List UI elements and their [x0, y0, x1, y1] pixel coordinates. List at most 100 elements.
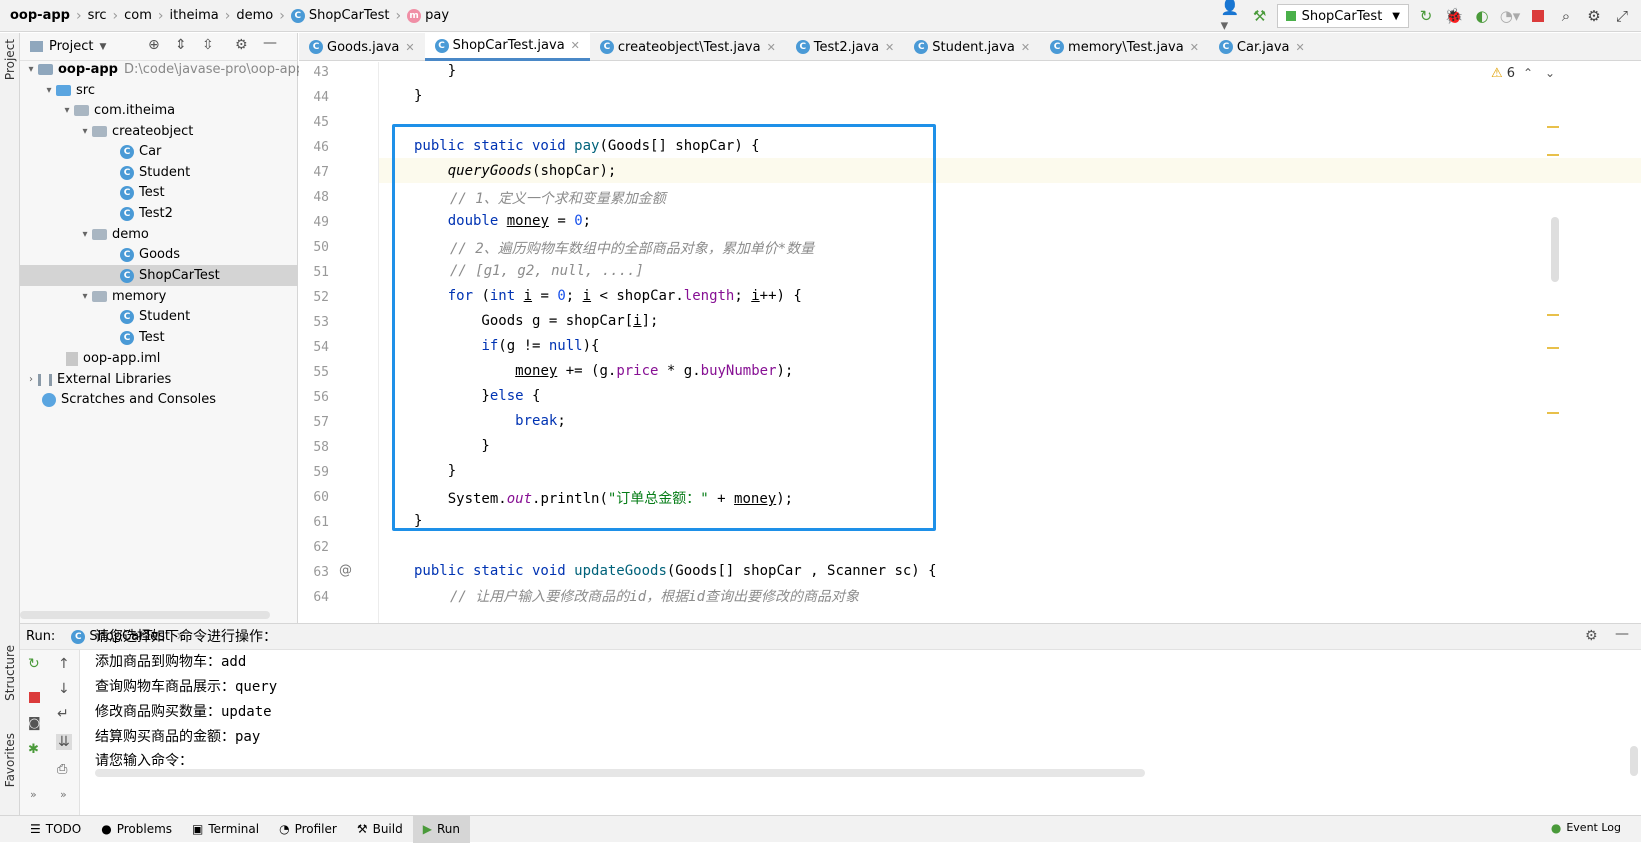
tab-goods[interactable]: C Goods.java ✕ [299, 33, 425, 61]
arrow-up-icon[interactable]: ↑ [58, 656, 70, 672]
close-icon[interactable]: ✕ [1190, 41, 1199, 54]
coverage-icon[interactable]: ◐ [1471, 5, 1493, 27]
tree-item-test2[interactable]: C Test2 [120, 203, 173, 224]
horizontal-scrollbar[interactable] [20, 611, 270, 619]
rerun-icon[interactable]: ↻ [1415, 5, 1437, 27]
vertical-scrollbar[interactable] [1551, 217, 1559, 282]
breadcrumb-demo[interactable]: demo [236, 8, 273, 23]
tree-item-createobject[interactable]: ▾ createobject [78, 121, 193, 142]
warning-icon[interactable]: ⚠ 6 [1491, 66, 1515, 81]
breadcrumb-itheima[interactable]: itheima [170, 8, 219, 23]
run-configuration-select[interactable]: ShopCarTest ▼ [1276, 4, 1409, 28]
camera-icon[interactable]: ◙ [28, 716, 41, 731]
close-icon[interactable]: ✕ [767, 41, 776, 54]
tree-item-package[interactable]: ▾ com.itheima [60, 100, 175, 121]
problems-tool-button[interactable]: ● Problems [91, 816, 182, 843]
profiler-tool-button[interactable]: ◔ Profiler [269, 816, 347, 843]
close-icon[interactable]: ✕ [571, 39, 580, 52]
line-number: 53 [313, 315, 329, 330]
chevron-down-icon[interactable]: ▾ [24, 64, 38, 75]
minimize-icon[interactable]: — [1615, 626, 1629, 642]
tree-item-student[interactable]: C Student [120, 162, 190, 183]
debug-icon[interactable]: 🐞 [1443, 5, 1465, 27]
rerun-icon[interactable]: ↻ [28, 656, 40, 672]
locate-icon[interactable]: ⊕ [148, 37, 160, 53]
tree-item-goods[interactable]: C Goods [120, 244, 180, 265]
tab-shopcartest[interactable]: C ShopCarTest.java ✕ [424, 33, 590, 61]
tree-item-scratches[interactable]: Scratches and Consoles [42, 389, 216, 410]
gear-icon[interactable]: ⚙ [1585, 628, 1598, 644]
user-icon[interactable]: 👤▾ [1221, 0, 1243, 34]
profile-icon[interactable]: ◔▾ [1499, 5, 1521, 27]
scroll-to-end-icon[interactable]: ⇊ [56, 734, 72, 750]
expand-icon[interactable]: ⤢ [1611, 5, 1633, 27]
minimize-icon[interactable]: — [263, 35, 277, 51]
error-stripe-mark [1547, 154, 1559, 156]
override-gutter-icon[interactable]: @ [339, 563, 352, 578]
console-scrollbar[interactable] [95, 769, 1145, 777]
chevron-down-icon[interactable]: ▾ [78, 229, 92, 240]
tree-item-memory[interactable]: ▾ memory [78, 286, 166, 307]
gear-icon[interactable]: ⚙ [1583, 5, 1605, 27]
build-hammer-icon[interactable]: ⚒ [1249, 5, 1271, 27]
build-tool-button[interactable]: ⚒ Build [347, 816, 413, 843]
close-icon[interactable]: ✕ [1296, 41, 1305, 54]
stop-icon[interactable] [1527, 5, 1549, 27]
tree-item-label: External Libraries [57, 372, 172, 387]
event-log-button[interactable]: ● Event Log [1541, 814, 1631, 841]
expand-all-icon[interactable]: ⇕ [175, 37, 187, 53]
breadcrumb-method[interactable]: pay [425, 8, 449, 23]
project-panel-title[interactable]: Project [49, 39, 93, 54]
tab-memory-test[interactable]: Cmemory\Test.java ✕ [1040, 33, 1209, 61]
chevron-down-icon[interactable]: ▼ [99, 42, 106, 52]
close-icon[interactable]: ✕ [405, 41, 414, 54]
tab-car[interactable]: C Car.java ✕ [1209, 33, 1315, 61]
chevron-down-icon[interactable]: ▾ [60, 105, 74, 116]
favorites-tool-button[interactable]: Favorites [3, 733, 17, 787]
chevron-down-icon[interactable]: ▾ [78, 291, 92, 302]
debug-icon[interactable]: ✱ [28, 742, 39, 757]
chevron-down-icon[interactable]: ▾ [78, 126, 92, 137]
tree-item-test[interactable]: C Test [120, 182, 165, 203]
breadcrumb-com[interactable]: com [124, 8, 152, 23]
collapse-all-icon[interactable]: ⇳ [202, 37, 214, 53]
breadcrumb-src[interactable]: src [88, 8, 107, 23]
tree-item-memory-test[interactable]: C Test [120, 327, 165, 348]
chevron-down-icon[interactable]: ⌄ [1545, 66, 1555, 80]
tab-createobject-test[interactable]: Ccreateobject\Test.java ✕ [590, 33, 786, 61]
console-input-prompt[interactable]: 请您输入命令： [95, 750, 193, 770]
chevron-right-icon[interactable]: › [24, 374, 38, 385]
tab-student[interactable]: C Student.java ✕ [904, 33, 1040, 61]
chevron-down-icon[interactable]: ▾ [42, 85, 56, 96]
close-icon[interactable]: ✕ [885, 41, 894, 54]
tree-root[interactable]: ▾ oop-app D:\code\javase-pro\oop-app [24, 59, 304, 80]
print-icon[interactable]: ⎙ [57, 762, 67, 777]
gear-icon[interactable]: ⚙ [235, 37, 248, 53]
soft-wrap-icon[interactable]: ↵ [57, 706, 69, 722]
tree-item-external-libraries[interactable]: › External Libraries [24, 369, 171, 390]
tree-item-label: memory [112, 289, 167, 304]
console-vertical-scrollbar[interactable] [1630, 746, 1638, 776]
arrow-down-icon[interactable]: ↓ [58, 681, 70, 697]
stop-icon[interactable] [29, 692, 40, 703]
chevron-up-icon[interactable]: ⌃ [1523, 66, 1533, 80]
tree-item-memory-student[interactable]: C Student [120, 306, 190, 327]
tree-item-iml[interactable]: oop-app.iml [66, 348, 160, 369]
breadcrumb-project[interactable]: oop-app [10, 8, 70, 23]
run-tool-button[interactable]: ▶ Run [412, 815, 470, 843]
tree-item-label: Student [139, 165, 191, 180]
tab-test2[interactable]: C Test2.java ✕ [786, 33, 904, 61]
todo-tool-button[interactable]: ☰ TODO [0, 816, 91, 843]
more-icon[interactable]: » [60, 788, 67, 801]
close-icon[interactable]: ✕ [1021, 41, 1030, 54]
tree-item-car[interactable]: C Car [120, 141, 161, 162]
tree-item-src[interactable]: ▾ src [42, 80, 95, 101]
more-icon[interactable]: » [30, 788, 37, 801]
breadcrumb-class[interactable]: ShopCarTest [309, 8, 390, 23]
tree-item-shopcartest[interactable]: C ShopCarTest [20, 265, 298, 286]
terminal-tool-button[interactable]: ▣ Terminal [182, 816, 269, 843]
search-icon[interactable]: ⌕ [1555, 5, 1577, 27]
project-tool-button[interactable]: Project [3, 39, 17, 80]
tree-item-demo[interactable]: ▾ demo [78, 224, 148, 245]
structure-tool-button[interactable]: Structure [3, 645, 17, 701]
